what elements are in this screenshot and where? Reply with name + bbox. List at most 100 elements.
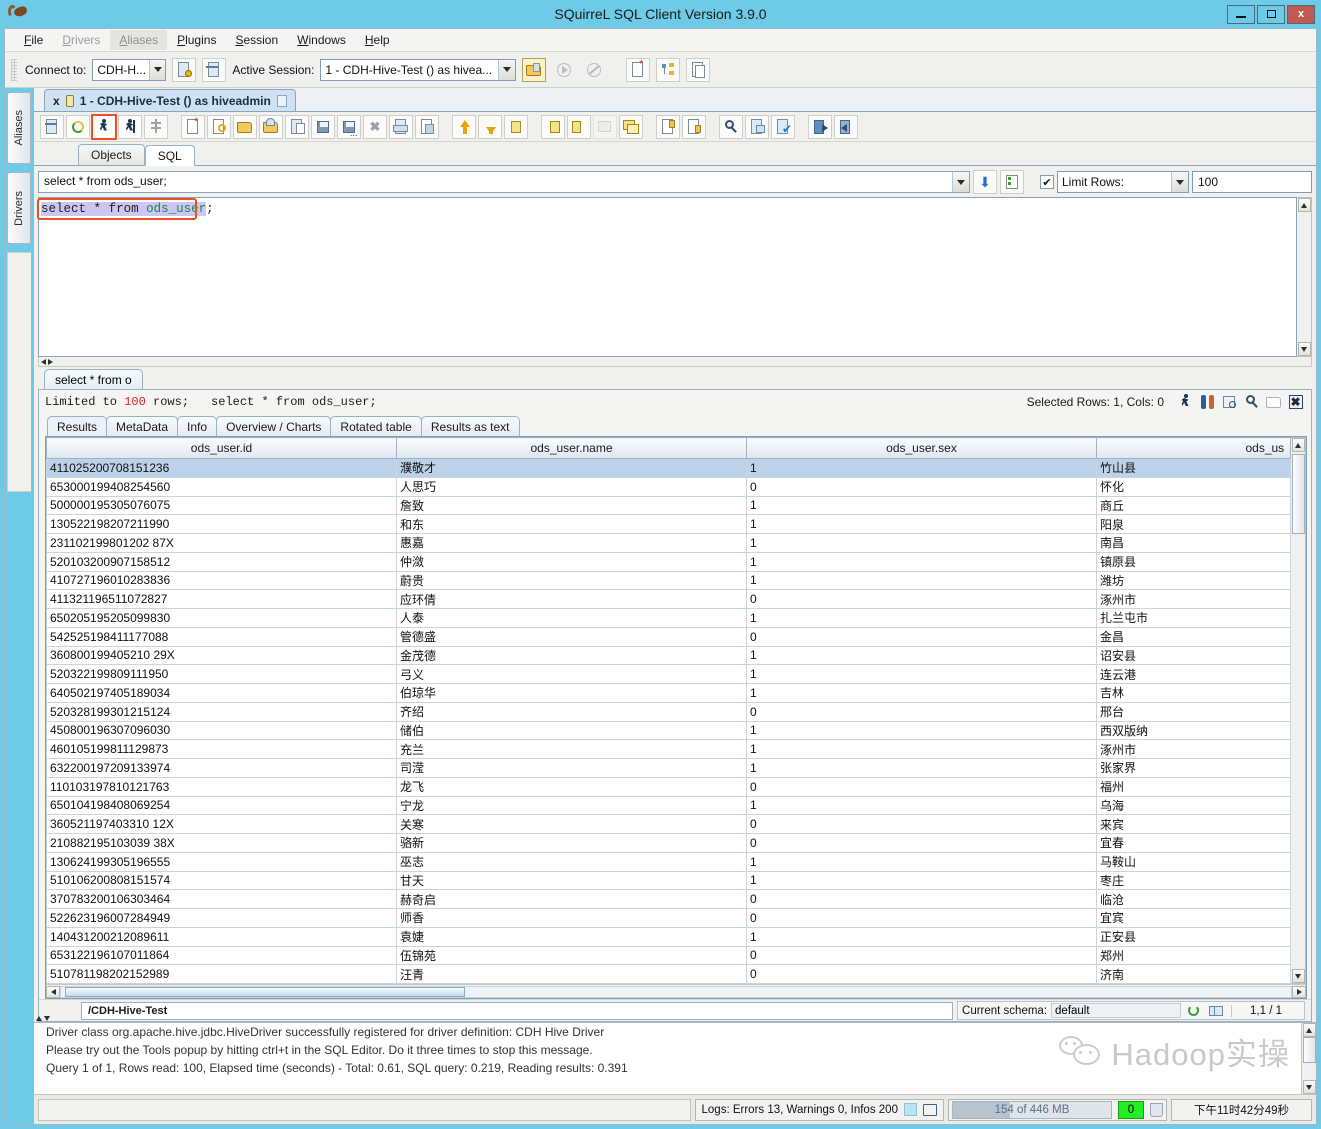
table-row[interactable]: 650205195205099830 人泰 1 扎兰屯市 bbox=[46, 608, 1292, 628]
cell-name[interactable]: 龙飞 bbox=[396, 776, 747, 797]
cell-city[interactable]: 南昌 bbox=[1095, 533, 1292, 553]
run-icon[interactable] bbox=[1176, 393, 1195, 411]
connect-alias-icon[interactable] bbox=[172, 57, 197, 82]
menu-drivers[interactable]: Drivers bbox=[53, 30, 109, 50]
new-sql-icon[interactable] bbox=[207, 114, 231, 139]
session-tree-icon[interactable] bbox=[656, 57, 681, 82]
cell-sex[interactable]: 0 bbox=[746, 589, 1097, 609]
list-icon[interactable] bbox=[504, 114, 528, 139]
paste-icon[interactable] bbox=[285, 114, 309, 139]
rail-tab-drivers[interactable]: Drivers bbox=[7, 172, 31, 244]
cell-id[interactable]: 653000199408254560 bbox=[46, 476, 397, 497]
chevron-down-icon[interactable] bbox=[498, 59, 516, 80]
split-left-icon[interactable] bbox=[541, 114, 565, 139]
grid-vscrollbar[interactable] bbox=[1291, 437, 1306, 984]
menu-file[interactable]: File bbox=[15, 30, 52, 50]
cell-name[interactable]: 伯琼华 bbox=[396, 683, 747, 703]
cell-id[interactable]: 130624199305196555 bbox=[46, 851, 397, 872]
cell-id[interactable]: 411025200708151236 bbox=[46, 458, 397, 478]
export-icon[interactable] bbox=[834, 114, 858, 139]
table-row[interactable]: 140431200212089611 袁婕 1 正安县 bbox=[46, 926, 1292, 947]
cell-name[interactable]: 和东 bbox=[396, 514, 747, 534]
table-row[interactable]: 653000199408254560 人思巧 0 怀化 bbox=[46, 476, 1292, 497]
cell-sex[interactable]: 0 bbox=[746, 908, 1097, 928]
cascade-icon[interactable] bbox=[619, 114, 643, 139]
cell-id[interactable]: 640502197405189034 bbox=[46, 683, 397, 703]
table-row[interactable]: 210882195103039 38X 骆新 0 宜春 bbox=[46, 833, 1292, 853]
cell-sex[interactable]: 1 bbox=[746, 533, 1097, 553]
table-row[interactable]: 632200197209133974 司滢 1 张家界 bbox=[46, 758, 1292, 778]
add-col-icon[interactable] bbox=[656, 114, 680, 139]
scroll-down-icon[interactable] bbox=[1297, 342, 1311, 356]
cell-id[interactable]: 360521197403310 12X bbox=[46, 814, 397, 834]
cell-sex[interactable]: 0 bbox=[746, 964, 1097, 984]
cell-sex[interactable]: 1 bbox=[746, 551, 1097, 572]
menu-help[interactable]: Help bbox=[356, 30, 399, 50]
cell-id[interactable]: 522623196007284949 bbox=[46, 908, 397, 928]
execute-sql-editor-icon[interactable] bbox=[40, 114, 64, 139]
cell-name[interactable]: 赫奇启 bbox=[396, 889, 747, 909]
preview-icon[interactable] bbox=[415, 114, 439, 139]
chevron-down-icon[interactable] bbox=[148, 59, 166, 80]
toolbar-grip[interactable] bbox=[11, 58, 17, 81]
table-row[interactable]: 500000195305076075 詹致 1 商丘 bbox=[46, 495, 1292, 516]
cell-id[interactable]: 520103200907158512 bbox=[46, 551, 397, 572]
table-row[interactable]: 231102199801202 87X 惠嘉 1 南昌 bbox=[46, 533, 1292, 553]
tab-overview-charts[interactable]: Overview / Charts bbox=[216, 416, 332, 436]
results-grid-scroll[interactable]: ods_user.id ods_user.name ods_user.sex o… bbox=[46, 437, 1306, 984]
format-sql-icon[interactable] bbox=[144, 114, 168, 139]
cell-id[interactable]: 542525198411177088 bbox=[46, 626, 397, 647]
cell-id[interactable]: 110103197810121763 bbox=[46, 776, 397, 797]
session-tab[interactable]: x 1 - CDH-Hive-Test () as hiveadmin bbox=[44, 89, 296, 111]
table-row[interactable]: 520322199809111950 弓义 1 连云港 bbox=[46, 664, 1292, 684]
new-file-icon[interactable]: * bbox=[181, 114, 205, 139]
table-row[interactable]: 450800196307096030 储伯 1 西双版纳 bbox=[46, 720, 1292, 741]
cell-id[interactable]: 520328199301215124 bbox=[46, 701, 397, 722]
cell-sex[interactable]: 1 bbox=[746, 645, 1097, 666]
sql-history-combo[interactable]: select * from ods_user; bbox=[38, 171, 970, 193]
sql-list-button[interactable] bbox=[1000, 170, 1024, 194]
sql-down-button[interactable]: ⬇ bbox=[973, 170, 997, 194]
cell-name[interactable]: 惠嘉 bbox=[396, 533, 747, 553]
table-row[interactable]: 640502197405189034 伯琼华 1 吉林 bbox=[46, 683, 1292, 703]
cell-city[interactable]: 吉林 bbox=[1095, 683, 1292, 703]
cell-id[interactable]: 450800196307096030 bbox=[46, 720, 397, 741]
cell-id[interactable]: 140431200212089611 bbox=[46, 926, 397, 947]
remove-col-icon[interactable] bbox=[682, 114, 706, 139]
cell-sex[interactable]: 1 bbox=[746, 851, 1097, 872]
cell-name[interactable]: 蔚贵 bbox=[396, 570, 747, 591]
cell-city[interactable]: 镇原县 bbox=[1095, 551, 1292, 572]
cell-sex[interactable]: 1 bbox=[746, 870, 1097, 891]
tab-metadata[interactable]: MetaData bbox=[106, 416, 179, 436]
cell-city[interactable]: 西双版纳 bbox=[1095, 720, 1292, 741]
cell-city[interactable]: 张家界 bbox=[1095, 758, 1292, 778]
log-resize-handle[interactable] bbox=[36, 1014, 60, 1023]
cell-sex[interactable]: 1 bbox=[746, 926, 1097, 947]
log-counts-cell[interactable]: Logs: Errors 13, Warnings 0, Infos 200 bbox=[694, 1098, 944, 1121]
menu-windows[interactable]: Windows bbox=[288, 30, 355, 50]
cell-name[interactable]: 人思巧 bbox=[396, 476, 747, 497]
scroll-up-icon[interactable] bbox=[1302, 1023, 1316, 1037]
cell-id[interactable]: 510781198202152989 bbox=[46, 964, 397, 984]
append-file-icon[interactable] bbox=[259, 114, 283, 139]
save-icon[interactable] bbox=[311, 114, 335, 139]
cell-sex[interactable]: 0 bbox=[746, 776, 1097, 797]
column-header-sex[interactable]: ods_user.sex bbox=[746, 437, 1097, 459]
scroll-right-icon[interactable] bbox=[1292, 985, 1306, 998]
cell-id[interactable]: 360800199405210 29X bbox=[46, 645, 397, 666]
cell-id[interactable]: 500000195305076075 bbox=[46, 495, 397, 516]
cell-name[interactable]: 应环倩 bbox=[396, 589, 747, 609]
cell-sex[interactable]: 1 bbox=[746, 683, 1097, 703]
tab-rotated-table[interactable]: Rotated table bbox=[330, 416, 422, 436]
cell-sex[interactable]: 0 bbox=[746, 476, 1097, 497]
print-icon[interactable] bbox=[389, 114, 413, 139]
cell-name[interactable]: 袁婕 bbox=[396, 926, 747, 947]
table-row[interactable]: 411321196511072827 应环倩 0 涿州市 bbox=[46, 589, 1292, 609]
rail-tab-aliases[interactable]: Aliases bbox=[7, 92, 31, 164]
copy-icon[interactable] bbox=[1264, 393, 1283, 411]
table-row[interactable]: 520103200907158512 仲潋 1 镇原县 bbox=[46, 551, 1292, 572]
cell-sex[interactable]: 1 bbox=[746, 514, 1097, 534]
cell-city[interactable]: 济南 bbox=[1095, 964, 1292, 984]
close-results-icon[interactable]: ✖ bbox=[1286, 393, 1305, 411]
cell-name[interactable]: 詹致 bbox=[396, 495, 747, 516]
